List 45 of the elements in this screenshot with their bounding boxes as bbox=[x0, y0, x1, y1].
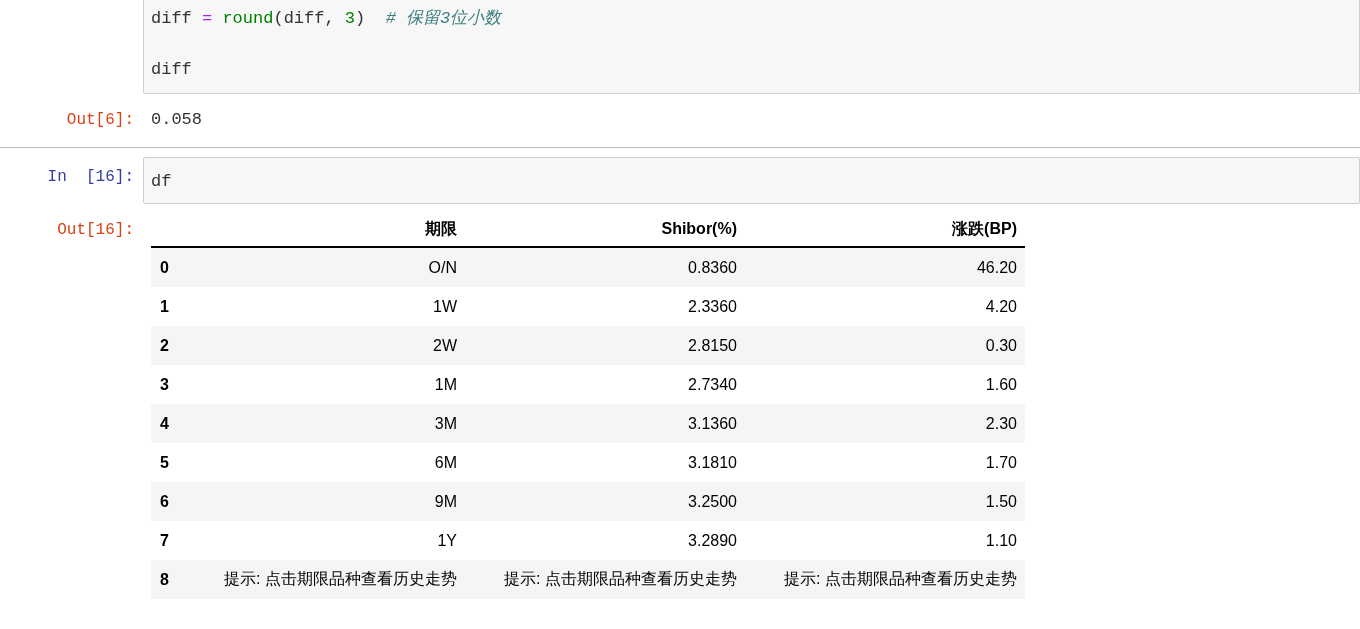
row-index: 2 bbox=[151, 326, 187, 365]
row-index: 6 bbox=[151, 482, 187, 521]
table-cell: 4.20 bbox=[745, 287, 1025, 326]
output-prompt: Out[16]: bbox=[56, 220, 135, 239]
table-cell: 2W bbox=[187, 326, 465, 365]
table-cell: 2.8150 bbox=[465, 326, 745, 365]
table-cell: 1.60 bbox=[745, 365, 1025, 404]
row-index: 7 bbox=[151, 521, 187, 560]
code-editor[interactable]: diff = round(diff, 3) # 保留3位小数 diff bbox=[143, 0, 1360, 94]
row-index: 0 bbox=[151, 247, 187, 287]
table-cell: 46.20 bbox=[745, 247, 1025, 287]
code-editor[interactable]: df bbox=[143, 156, 1360, 204]
table-cell: 2.30 bbox=[745, 404, 1025, 443]
table-cell: 2.7340 bbox=[465, 365, 745, 404]
table-cell: 1.50 bbox=[745, 482, 1025, 521]
code-line: diff bbox=[151, 59, 193, 81]
table-cell: 0.30 bbox=[745, 326, 1025, 365]
table-cell: 6M bbox=[187, 443, 465, 482]
table-cell: 1.70 bbox=[745, 443, 1025, 482]
table-cell: O/N bbox=[187, 247, 465, 287]
table-cell: 提示: 点击期限品种查看历史走势 bbox=[745, 560, 1025, 599]
output-prompt: Out[6]: bbox=[65, 109, 135, 129]
table-cell: 2.3360 bbox=[465, 287, 745, 326]
table-cell: 3M bbox=[187, 404, 465, 443]
table-cell: 提示: 点击期限品种查看历史走势 bbox=[187, 560, 465, 599]
code-line: df bbox=[151, 170, 173, 193]
input-prompt: In [16]: bbox=[46, 166, 135, 186]
table-cell: 提示: 点击期限品种查看历史走势 bbox=[465, 560, 745, 599]
table-cell: 3.1810 bbox=[465, 443, 745, 482]
row-index: 1 bbox=[151, 287, 187, 326]
row-index: 8 bbox=[151, 560, 187, 599]
table-cell: 0.8360 bbox=[465, 247, 745, 287]
row-index: 3 bbox=[151, 365, 187, 404]
table-cell: 1W bbox=[187, 287, 465, 326]
table-cell: 3.1360 bbox=[465, 404, 745, 443]
table-cell: 3.2500 bbox=[465, 482, 745, 521]
table-cell: 1M bbox=[187, 365, 465, 404]
table-cell: 3.2890 bbox=[465, 521, 745, 560]
table-cell: 9M bbox=[187, 482, 465, 521]
table-cell: 1.10 bbox=[745, 521, 1025, 560]
table-cell: 1Y bbox=[187, 521, 465, 560]
code-line: diff = round(diff, 3) # 保留3位小数 bbox=[151, 8, 504, 30]
output-text: 0.058 bbox=[150, 108, 203, 129]
row-index: 4 bbox=[151, 404, 187, 443]
row-index: 5 bbox=[151, 443, 187, 482]
